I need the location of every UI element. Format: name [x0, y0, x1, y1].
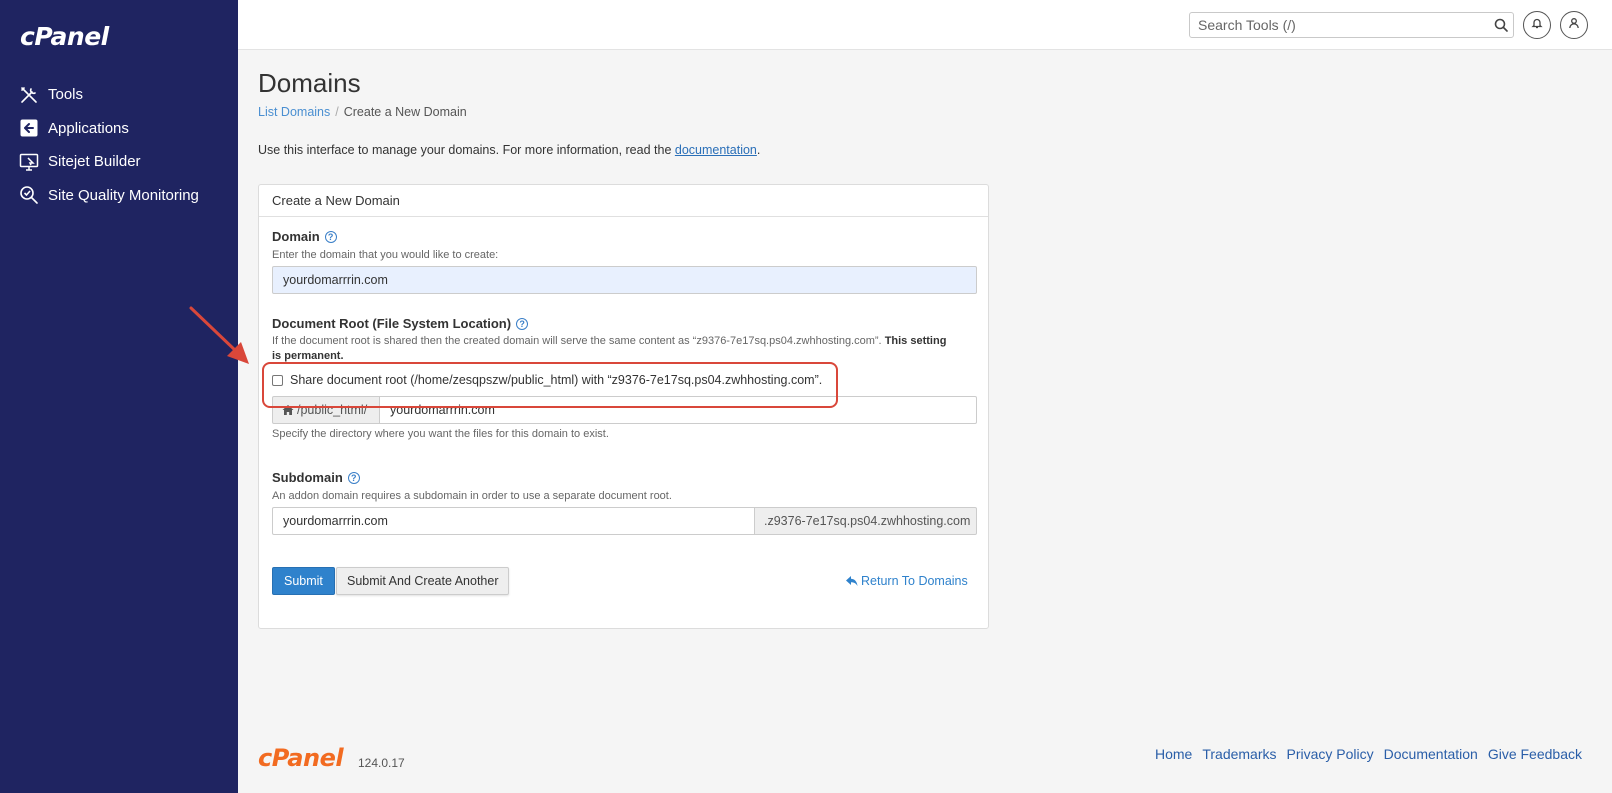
sidebar-item-tools[interactable]: Tools — [18, 78, 199, 112]
document-root-help-line2: is permanent. — [272, 350, 344, 362]
help-icon[interactable]: ? — [347, 471, 360, 484]
search-input[interactable] — [1190, 13, 1489, 37]
applications-icon — [18, 117, 40, 139]
annotation-highlight-box — [262, 362, 838, 408]
annotation-arrow — [189, 306, 249, 364]
breadcrumb-list-domains-link[interactable]: List Domains — [258, 105, 330, 119]
sitejet-builder-icon — [18, 151, 40, 173]
user-icon — [1568, 16, 1580, 34]
search-box — [1189, 12, 1514, 38]
cpanel-logo[interactable]: cPanel — [20, 22, 109, 51]
breadcrumb-separator: / — [335, 105, 339, 119]
subdomain-suffix: .z9376-7e17sq.ps04.zwhhosting.com — [754, 507, 977, 535]
footer-links: Home Trademarks Privacy Policy Documenta… — [1155, 746, 1582, 762]
panel-title: Create a New Domain — [259, 185, 988, 217]
sidebar-item-label: Sitejet Builder — [48, 153, 141, 171]
page-title: Domains — [258, 68, 361, 98]
notifications-button[interactable] — [1523, 11, 1551, 39]
breadcrumb-current: Create a New Domain — [343, 105, 467, 119]
user-menu-button[interactable] — [1560, 11, 1588, 39]
bell-icon — [1531, 16, 1543, 34]
subdomain-label: Subdomain ? — [272, 470, 360, 485]
domain-input[interactable]: yourdomarrrin.com — [272, 266, 977, 294]
document-root-label: Document Root (File System Location) ? — [272, 316, 529, 331]
footer-link-trademarks[interactable]: Trademarks — [1202, 746, 1276, 762]
sidebar-item-site-quality-monitoring[interactable]: Site Quality Monitoring — [18, 179, 199, 213]
site-quality-monitoring-icon — [18, 184, 40, 206]
subdomain-help: An addon domain requires a subdomain in … — [272, 490, 672, 502]
footer-link-privacy-policy[interactable]: Privacy Policy — [1287, 746, 1374, 762]
footer-cpanel-logo: cPanel — [258, 744, 344, 772]
footer-link-give-feedback[interactable]: Give Feedback — [1488, 746, 1582, 762]
footer-version: 124.0.17 — [358, 756, 405, 770]
help-icon[interactable]: ? — [516, 317, 529, 330]
reply-arrow-icon — [846, 575, 858, 587]
sidebar-item-sitejet-builder[interactable]: Sitejet Builder — [18, 145, 199, 179]
document-root-hint: Specify the directory where you want the… — [272, 428, 609, 440]
breadcrumb: List Domains / Create a New Domain — [258, 105, 467, 119]
submit-and-create-another-button[interactable]: Submit And Create Another — [336, 567, 510, 595]
intro-text: Use this interface to manage your domain… — [258, 143, 761, 157]
sidebar: cPanel Tools Applications Sitejet Builde… — [0, 0, 238, 793]
tools-icon — [18, 84, 40, 106]
top-bar — [238, 0, 1612, 50]
document-root-help: If the document root is shared then the … — [272, 335, 947, 347]
sidebar-nav: Tools Applications Sitejet Builder Site … — [18, 78, 199, 212]
documentation-link[interactable]: documentation — [675, 143, 757, 157]
sidebar-item-label: Site Quality Monitoring — [48, 186, 199, 204]
return-to-domains-link[interactable]: Return To Domains — [846, 574, 968, 588]
search-icon[interactable] — [1489, 18, 1513, 32]
sidebar-item-label: Applications — [48, 119, 129, 137]
sidebar-item-label: Tools — [48, 86, 84, 104]
domain-label: Domain ? — [272, 229, 337, 244]
footer-link-home[interactable]: Home — [1155, 746, 1192, 762]
domain-help: Enter the domain that you would like to … — [272, 249, 499, 261]
subdomain-input[interactable]: yourdomarrrin.com — [272, 507, 755, 535]
help-icon[interactable]: ? — [324, 230, 337, 243]
footer-link-documentation[interactable]: Documentation — [1384, 746, 1478, 762]
sidebar-item-applications[interactable]: Applications — [18, 112, 199, 146]
submit-button[interactable]: Submit — [272, 567, 335, 595]
